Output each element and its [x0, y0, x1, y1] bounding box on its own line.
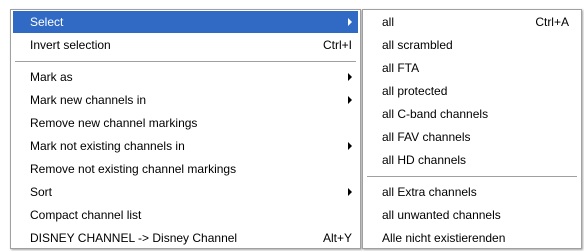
submenu-item-all-hd[interactable]: all HD channels [365, 149, 579, 171]
menu-item-label: all protected [382, 84, 448, 98]
submenu-item-all-c-band[interactable]: all C-band channels [365, 103, 579, 125]
submenu-item-all-protected[interactable]: all protected [365, 80, 579, 102]
submenu-item-all-fta[interactable]: all FTA [365, 57, 579, 79]
menu-item-label: Remove not existing channel markings [30, 162, 237, 176]
menu-item-mark-as[interactable]: Mark as [13, 66, 358, 88]
submenu-item-alle-nicht-existierenden[interactable]: Alle nicht existierenden [365, 227, 579, 249]
menu-item-mark-new-channels-in[interactable]: Mark new channels in [13, 89, 358, 111]
context-menu: Select Invert selection Ctrl+I Mark as M… [10, 9, 361, 249]
menu-item-remove-not-existing-channel-markings[interactable]: Remove not existing channel markings [13, 158, 358, 180]
menu-item-label: DISNEY CHANNEL -> Disney Channel [30, 231, 238, 245]
menu-item-shortcut: Alt+Y [322, 231, 352, 245]
menu-item-compact-channel-list[interactable]: Compact channel list [13, 204, 358, 226]
menu-item-label: Mark not existing channels in [30, 139, 185, 153]
menu-item-label: Select [30, 15, 64, 29]
menu-item-label: Mark as [30, 70, 73, 84]
menu-item-label: all scrambled [382, 38, 453, 52]
submenu-arrow-icon [348, 188, 352, 196]
submenu-item-all-fav[interactable]: all FAV channels [365, 126, 579, 148]
menu-item-label: all unwanted channels [382, 208, 501, 222]
menu-item-select[interactable]: Select [13, 11, 358, 33]
select-submenu: all Ctrl+A all scrambled all FTA all pro… [362, 9, 582, 249]
submenu-arrow-icon [348, 142, 352, 150]
menu-item-remove-new-channel-markings[interactable]: Remove new channel markings [13, 112, 358, 134]
menu-item-label: Mark new channels in [30, 93, 147, 107]
menu-item-label: all C-band channels [382, 107, 489, 121]
menu-separator [15, 61, 356, 63]
submenu-item-all[interactable]: all Ctrl+A [365, 11, 579, 33]
menu-item-invert-selection[interactable]: Invert selection Ctrl+I [13, 34, 358, 56]
submenu-item-all-scrambled[interactable]: all scrambled [365, 34, 579, 56]
menu-item-label: Invert selection [30, 38, 111, 52]
menu-item-label: all Extra channels [382, 185, 477, 199]
menu-item-label: all FAV channels [382, 130, 471, 144]
menu-item-label: all FTA [382, 61, 420, 75]
menu-item-label: Remove new channel markings [30, 116, 198, 130]
menu-item-label: Compact channel list [30, 208, 142, 222]
menu-item-label: all [382, 15, 395, 29]
submenu-arrow-icon [348, 96, 352, 104]
submenu-item-all-extra[interactable]: all Extra channels [365, 181, 579, 203]
menu-item-label: Sort [30, 185, 53, 199]
menu-item-label: all HD channels [382, 153, 467, 167]
menu-item-mark-not-existing-channels-in[interactable]: Mark not existing channels in [13, 135, 358, 157]
menu-item-sort[interactable]: Sort [13, 181, 358, 203]
menu-separator [367, 176, 577, 178]
menu-item-rename-channel[interactable]: DISNEY CHANNEL -> Disney Channel Alt+Y [13, 227, 358, 249]
menu-item-shortcut: Ctrl+I [322, 38, 352, 52]
submenu-item-all-unwanted[interactable]: all unwanted channels [365, 204, 579, 226]
submenu-arrow-icon [348, 18, 352, 26]
submenu-arrow-icon [348, 73, 352, 81]
menu-item-label: Alle nicht existierenden [382, 231, 506, 245]
menu-item-shortcut: Ctrl+A [535, 15, 569, 29]
